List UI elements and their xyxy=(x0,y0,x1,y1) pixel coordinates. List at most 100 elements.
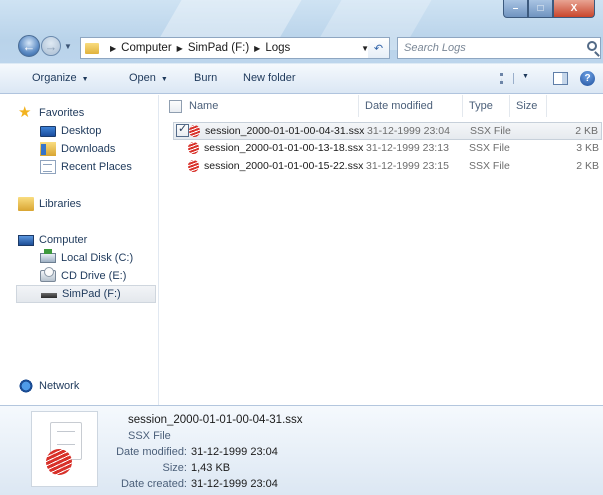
ssx-file-icon xyxy=(188,160,199,175)
chevron-right-icon[interactable]: ▶ xyxy=(254,44,260,53)
close-button[interactable]: X xyxy=(553,0,595,18)
row-checkbox[interactable] xyxy=(176,122,189,140)
file-row[interactable]: session_2000-01-01-00-15-22.ssx 31-12-19… xyxy=(173,158,602,176)
nav-item-cd-drive[interactable]: CD Drive (E:) xyxy=(40,267,126,285)
nav-item-local-disk[interactable]: Local Disk (C:) xyxy=(40,249,133,267)
details-filename: session_2000-01-01-00-04-31.ssx xyxy=(128,414,303,426)
removable-drive-icon xyxy=(41,293,57,298)
nav-item-label: Favorites xyxy=(39,107,85,119)
file-size: 2 KB xyxy=(575,125,598,137)
nav-item-label: Computer xyxy=(39,234,88,246)
organize-label: Organize xyxy=(32,72,77,84)
column-header-type[interactable]: Type xyxy=(469,95,493,117)
file-name: session_2000-01-01-00-04-31.ssx xyxy=(205,125,365,137)
open-label: Open xyxy=(129,72,156,84)
details-type: SSX File xyxy=(128,430,171,442)
nav-item-network[interactable]: Network xyxy=(18,377,79,395)
search-placeholder: Search Logs xyxy=(404,42,466,54)
details-size-value: 1,43 KB xyxy=(191,462,231,474)
recent-places-icon xyxy=(40,160,56,174)
column-header-date-modified[interactable]: ▲ Date modified xyxy=(365,95,433,117)
hard-disk-icon xyxy=(40,249,56,263)
details-date-modified-label: Date modified: xyxy=(116,446,187,458)
downloads-folder-icon xyxy=(40,142,56,156)
file-name: session_2000-01-01-00-13-18.ssx xyxy=(204,142,364,154)
breadcrumb-computer[interactable]: Computer xyxy=(121,42,172,54)
folder-icon xyxy=(85,42,99,54)
organize-button[interactable]: Organize ▼ xyxy=(32,72,89,84)
forward-button[interactable]: → xyxy=(41,36,61,56)
file-type: SSX File xyxy=(470,125,511,137)
refresh-button[interactable]: ↶ xyxy=(368,37,390,59)
chevron-down-icon: ▼ xyxy=(160,76,168,83)
ssx-file-icon xyxy=(189,125,200,140)
open-button[interactable]: Open ▼ xyxy=(129,72,168,84)
checkbox-checked[interactable] xyxy=(176,122,189,137)
details-date-created-value: 31-12-1999 23:04 xyxy=(191,478,278,490)
chevron-down-icon: ▼ xyxy=(81,76,89,83)
back-button[interactable]: ← xyxy=(18,35,40,57)
change-view-icon[interactable] xyxy=(500,73,514,84)
search-icon[interactable] xyxy=(587,41,597,51)
column-divider[interactable] xyxy=(358,95,359,117)
explorer-window: – □ X ← → ▼ ▶ Computer ▶ SimPad (F:) ▶ L… xyxy=(0,0,603,495)
minimize-button[interactable]: – xyxy=(503,0,528,18)
computer-icon xyxy=(18,234,34,246)
nav-item-label: Local Disk (C:) xyxy=(61,252,134,264)
preview-pane-icon[interactable] xyxy=(553,72,568,85)
file-row[interactable]: session_2000-01-01-00-04-31.ssx 31-12-19… xyxy=(173,122,602,140)
file-row[interactable]: session_2000-01-01-00-13-18.ssx 31-12-19… xyxy=(173,140,602,158)
desktop-icon xyxy=(40,125,56,137)
nav-item-desktop[interactable]: Desktop xyxy=(40,122,101,140)
burn-button[interactable]: Burn xyxy=(194,72,217,84)
command-bar: Organize ▼ Open ▼ Burn New folder ▼ ? xyxy=(0,64,603,94)
help-icon[interactable]: ? xyxy=(580,71,595,86)
column-divider[interactable] xyxy=(462,95,463,117)
nav-item-label: Desktop xyxy=(61,125,102,137)
file-date: 31-12-1999 23:13 xyxy=(366,142,449,154)
maximize-button[interactable]: □ xyxy=(528,0,553,18)
file-type: SSX File xyxy=(469,160,510,172)
details-date-modified-value: 31-12-1999 23:04 xyxy=(191,446,278,458)
cd-drive-icon xyxy=(40,267,56,282)
ssx-file-icon xyxy=(188,142,199,157)
column-header-label: Date modified xyxy=(365,100,433,112)
nav-item-libraries[interactable]: Libraries xyxy=(18,195,81,213)
nav-item-recent-places[interactable]: Recent Places xyxy=(40,158,132,176)
nav-item-simpad[interactable]: SimPad (F:) xyxy=(16,285,156,303)
column-divider[interactable] xyxy=(546,95,547,117)
file-thumbnail xyxy=(31,411,98,487)
network-icon xyxy=(18,379,34,393)
column-header-size[interactable]: Size xyxy=(516,95,537,117)
nav-item-label: Libraries xyxy=(39,198,82,210)
file-date: 31-12-1999 23:04 xyxy=(367,125,450,137)
column-divider[interactable] xyxy=(509,95,510,117)
new-folder-button[interactable]: New folder xyxy=(243,72,296,84)
column-header-name[interactable]: Name xyxy=(189,95,218,117)
file-list: Name ▲ Date modified Type Size session_2… xyxy=(160,95,603,405)
checkbox[interactable] xyxy=(169,99,182,113)
caption-buttons: – □ X xyxy=(503,0,595,20)
file-name: session_2000-01-01-00-15-22.ssx xyxy=(204,160,364,172)
file-size: 3 KB xyxy=(576,142,599,154)
select-all-checkbox[interactable] xyxy=(169,95,182,117)
search-input[interactable]: Search Logs xyxy=(397,37,601,59)
chevron-right-icon[interactable]: ▶ xyxy=(110,44,116,53)
nav-item-downloads[interactable]: Downloads xyxy=(40,140,115,158)
file-date: 31-12-1999 23:15 xyxy=(366,160,449,172)
nav-item-label: SimPad (F:) xyxy=(62,288,121,300)
chevron-right-icon[interactable]: ▶ xyxy=(177,44,183,53)
chevron-down-icon[interactable]: ▼ xyxy=(522,73,529,80)
file-type: SSX File xyxy=(469,142,510,154)
nav-item-label: Network xyxy=(39,380,80,392)
breadcrumb-simpad[interactable]: SimPad (F:) xyxy=(188,42,249,54)
nav-item-favorites[interactable]: ★ Favorites xyxy=(18,104,84,122)
libraries-icon xyxy=(18,197,34,211)
breadcrumb-logs[interactable]: Logs xyxy=(265,42,290,54)
nav-item-label: CD Drive (E:) xyxy=(61,270,127,282)
ssx-logo-icon xyxy=(46,449,72,475)
nav-item-computer[interactable]: Computer xyxy=(18,231,87,249)
recent-pages-dropdown-icon[interactable]: ▼ xyxy=(64,42,72,51)
navigation-buttons: ← → ▼ xyxy=(18,35,72,57)
address-bar[interactable]: ▶ Computer ▶ SimPad (F:) ▶ Logs ▼ xyxy=(80,37,390,59)
